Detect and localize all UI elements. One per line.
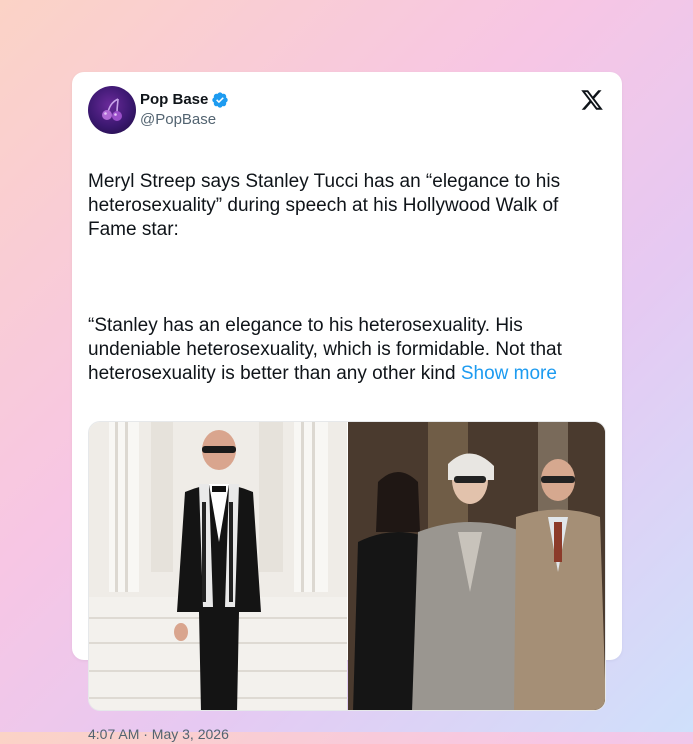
author-info: Pop Base @PopBase [140, 90, 229, 130]
photo-left[interactable] [89, 422, 347, 710]
tweet-header: Pop Base @PopBase [88, 85, 606, 135]
tweet-timestamp[interactable]: 4:07 AM · May 3, 2026 [88, 724, 606, 744]
author-name-row: Pop Base [140, 90, 229, 110]
photo-left-illustration [89, 422, 347, 710]
photo-right[interactable] [347, 422, 605, 710]
tweet-text: Meryl Streep says Stanley Tucci has an “… [88, 146, 606, 410]
media-grid [88, 421, 606, 711]
tweet-paragraph-2: “Stanley has an elegance to his heterose… [88, 314, 606, 386]
verified-badge-icon [211, 91, 229, 109]
tweet-paragraph-1: Meryl Streep says Stanley Tucci has an “… [88, 171, 561, 240]
x-logo-icon[interactable] [580, 88, 604, 112]
photo-right-illustration [347, 422, 605, 710]
tweet-card: Pop Base @PopBase Meryl Streep says Stan… [72, 72, 622, 742]
cherries-icon [102, 98, 122, 121]
author-name[interactable]: Pop Base [140, 90, 208, 110]
show-more-link[interactable]: Show more [461, 363, 557, 384]
author-handle[interactable]: @PopBase [140, 110, 229, 130]
avatar[interactable] [88, 86, 136, 134]
